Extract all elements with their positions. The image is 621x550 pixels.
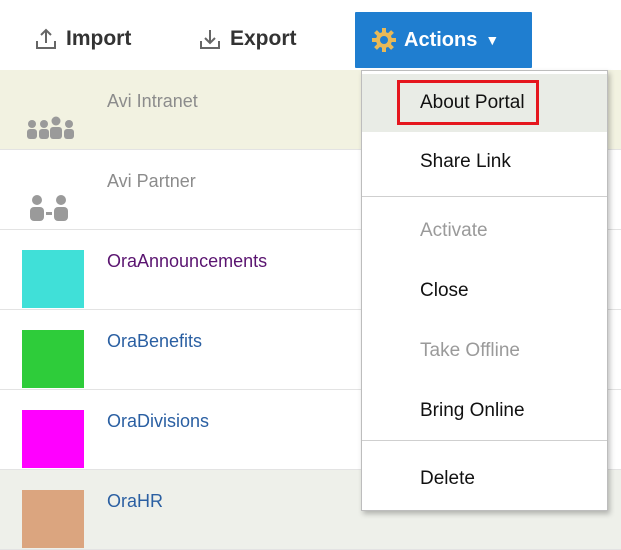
portal-name[interactable]: OraDivisions <box>107 411 209 432</box>
menu-item-label: Delete <box>420 468 475 489</box>
actions-button[interactable]: Actions ▼ <box>355 12 532 68</box>
actions-label: Actions <box>404 28 478 51</box>
portal-name[interactable]: OraAnnouncements <box>107 251 267 272</box>
menu-item-activate: Activate <box>362 202 607 260</box>
portal-name[interactable]: Avi Intranet <box>107 91 198 112</box>
menu-item-label: Bring Online <box>420 400 525 421</box>
gear-icon <box>371 27 397 53</box>
partner-people-icon <box>22 170 84 228</box>
menu-item-label: Share Link <box>420 151 511 172</box>
portal-name[interactable]: Avi Partner <box>107 171 196 192</box>
menu-item-label: Take Offline <box>420 340 520 361</box>
menu-item-delete[interactable]: Delete <box>362 450 607 508</box>
menu-divider <box>362 196 607 197</box>
toolbar: Import Export Actions ▼ <box>0 0 621 70</box>
actions-menu: About Portal Share Link Activate Close T… <box>361 70 608 511</box>
color-swatch <box>22 490 84 548</box>
menu-item-label: Close <box>420 280 469 301</box>
download-icon <box>198 27 222 51</box>
color-swatch <box>22 330 84 388</box>
group-people-icon <box>22 90 84 148</box>
import-button[interactable]: Import <box>34 24 131 54</box>
menu-item-close[interactable]: Close <box>362 262 607 320</box>
import-label: Import <box>66 27 132 50</box>
export-label: Export <box>230 27 297 50</box>
menu-item-share-link[interactable]: Share Link <box>362 133 607 191</box>
portal-name[interactable]: OraHR <box>107 491 163 512</box>
menu-item-label: About Portal <box>397 80 539 125</box>
export-button[interactable]: Export <box>198 24 297 54</box>
caret-down-icon: ▼ <box>485 32 500 48</box>
portal-name[interactable]: OraBenefits <box>107 331 202 352</box>
menu-item-about-portal[interactable]: About Portal <box>362 74 607 132</box>
color-swatch <box>22 250 84 308</box>
menu-item-take-offline: Take Offline <box>362 322 607 380</box>
menu-item-bring-online[interactable]: Bring Online <box>362 382 607 440</box>
upload-icon <box>34 27 58 51</box>
color-swatch <box>22 410 84 468</box>
menu-divider <box>362 440 607 441</box>
menu-item-label: Activate <box>420 220 488 241</box>
